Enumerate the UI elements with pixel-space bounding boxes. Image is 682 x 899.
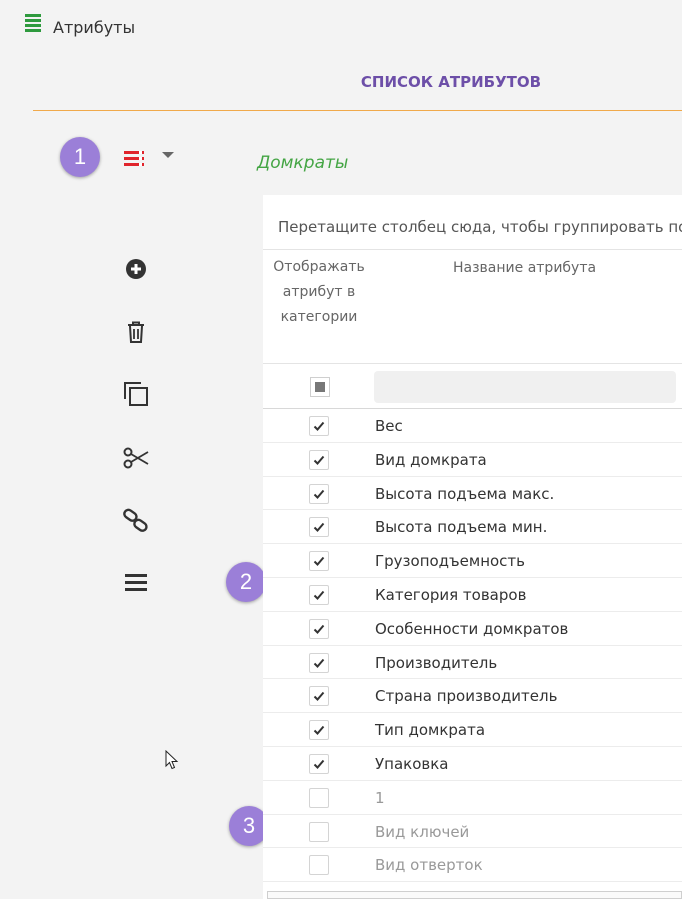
copy-button[interactable] bbox=[122, 380, 150, 408]
link-icon bbox=[123, 508, 148, 532]
check-icon bbox=[313, 455, 325, 465]
attribute-name: 1 bbox=[375, 788, 385, 807]
category-menu-button[interactable] bbox=[124, 150, 180, 170]
attribute-name: Категория товаров bbox=[375, 585, 527, 604]
check-icon bbox=[313, 421, 325, 431]
table-row[interactable]: Особенности домкратов bbox=[263, 612, 682, 646]
show-in-category-checkbox[interactable] bbox=[309, 551, 329, 572]
column-header-show[interactable]: Отображать атрибут в категории bbox=[263, 255, 375, 330]
show-in-category-checkbox[interactable] bbox=[309, 483, 329, 504]
menu-button[interactable] bbox=[122, 569, 150, 597]
attribute-name: Тип домкрата bbox=[375, 721, 486, 740]
horizontal-scrollbar[interactable] bbox=[267, 891, 682, 899]
table-row[interactable]: Вид отверток bbox=[263, 848, 682, 883]
attribute-name: Вид домкрата bbox=[375, 450, 487, 469]
show-in-category-checkbox[interactable] bbox=[309, 449, 329, 470]
attribute-name: Упаковка bbox=[375, 754, 449, 773]
app-header: Атрибуты bbox=[0, 0, 682, 54]
table-row[interactable]: Производитель bbox=[263, 646, 682, 680]
show-in-category-checkbox[interactable] bbox=[309, 517, 329, 538]
category-list-icon bbox=[124, 151, 144, 166]
attribute-name: Вес bbox=[375, 417, 403, 435]
scissors-icon bbox=[123, 447, 149, 469]
show-in-category-checkbox[interactable] bbox=[309, 753, 329, 774]
mouse-cursor-icon bbox=[165, 750, 179, 770]
check-icon bbox=[313, 658, 325, 668]
check-icon bbox=[313, 557, 325, 567]
grid-rows: Вес Вид домкрата Высота подъема макс. Высот… bbox=[263, 409, 682, 883]
section-title: СПИСОК АТРИБУТОВ bbox=[360, 73, 542, 91]
show-in-category-checkbox[interactable] bbox=[309, 855, 329, 876]
check-icon bbox=[313, 692, 325, 702]
step-badge-2: 2 bbox=[226, 562, 266, 602]
copy-icon bbox=[124, 382, 148, 406]
add-icon bbox=[126, 259, 146, 279]
attribute-name: Высота подъема мин. bbox=[375, 518, 548, 537]
show-in-category-checkbox[interactable] bbox=[309, 416, 329, 436]
show-in-category-checkbox[interactable] bbox=[309, 584, 329, 605]
filter-row bbox=[263, 363, 682, 409]
attribute-name: Грузоподъемность bbox=[375, 552, 526, 571]
step-badge-1: 1 bbox=[60, 137, 100, 177]
show-in-category-checkbox[interactable] bbox=[309, 821, 329, 842]
name-filter-input[interactable] bbox=[374, 371, 676, 403]
check-icon bbox=[313, 523, 325, 533]
show-in-category-checkbox[interactable] bbox=[309, 652, 329, 673]
trash-icon bbox=[128, 321, 144, 343]
category-name: Домкраты bbox=[257, 153, 349, 173]
filter-checkbox[interactable] bbox=[310, 377, 330, 397]
cut-button[interactable] bbox=[122, 444, 150, 472]
check-icon bbox=[313, 726, 325, 736]
show-in-category-checkbox[interactable] bbox=[309, 787, 329, 808]
table-row[interactable]: Грузоподъемность bbox=[263, 544, 682, 578]
attribute-name: Особенности домкратов bbox=[375, 619, 569, 638]
show-in-category-checkbox[interactable] bbox=[309, 720, 329, 741]
show-in-category-checkbox[interactable] bbox=[309, 686, 329, 707]
table-row[interactable]: Категория товаров bbox=[263, 578, 682, 612]
attributes-grid: Перетащите столбец сюда, чтобы группиров… bbox=[263, 195, 682, 899]
check-icon bbox=[313, 759, 325, 769]
table-row[interactable]: 1 bbox=[263, 781, 682, 815]
attribute-name: Вид отверток bbox=[375, 856, 483, 875]
check-icon bbox=[313, 590, 325, 600]
table-row[interactable]: Тип домкрата bbox=[263, 713, 682, 747]
check-icon bbox=[313, 624, 325, 634]
delete-button[interactable] bbox=[122, 318, 150, 346]
add-button[interactable] bbox=[122, 255, 150, 283]
table-row[interactable]: Вид домкрата bbox=[263, 443, 682, 477]
table-row[interactable]: Вес bbox=[263, 409, 682, 443]
table-row[interactable]: Высота подъема макс. bbox=[263, 477, 682, 511]
link-button[interactable] bbox=[122, 506, 150, 534]
table-row[interactable]: Страна производитель bbox=[263, 679, 682, 714]
attribute-name: Производитель bbox=[375, 653, 498, 672]
attribute-name: Страна производитель bbox=[375, 687, 558, 706]
check-icon bbox=[313, 489, 325, 499]
attribute-name: Высота подъема макс. bbox=[375, 484, 555, 503]
table-row[interactable]: Вид ключей bbox=[263, 815, 682, 849]
section-divider bbox=[33, 110, 682, 111]
table-row[interactable]: Высота подъема мин. bbox=[263, 510, 682, 545]
table-row[interactable]: Упаковка bbox=[263, 747, 682, 781]
menu-icon bbox=[125, 574, 147, 591]
column-header-name[interactable]: Название атрибута bbox=[453, 260, 596, 276]
attribute-name: Вид ключей bbox=[375, 822, 470, 841]
show-in-category-checkbox[interactable] bbox=[309, 618, 329, 639]
group-by-panel[interactable]: Перетащите столбец сюда, чтобы группиров… bbox=[263, 195, 682, 250]
chevron-down-icon bbox=[162, 152, 174, 158]
app-title: Атрибуты bbox=[53, 18, 136, 37]
list-icon bbox=[25, 14, 41, 34]
